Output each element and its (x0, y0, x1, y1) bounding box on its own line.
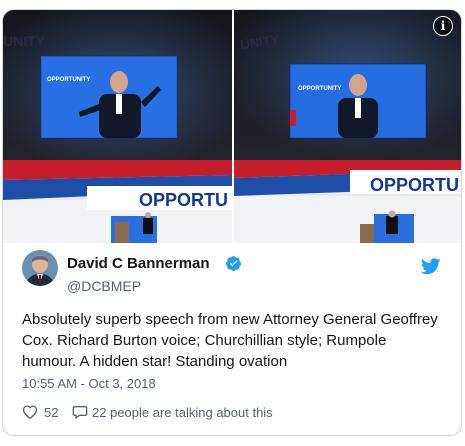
left-watermark: UNITY (3, 33, 46, 49)
left-screen-label: OPPORTUNITY (47, 77, 90, 83)
twitter-bird-icon[interactable] (421, 258, 441, 275)
speech-bubble-icon (72, 406, 88, 419)
photo-left[interactable]: UNITY OPPORTUNITY OPPORTU (3, 10, 232, 243)
like-count: 52 (44, 405, 59, 420)
heart-icon (22, 405, 38, 420)
verified-badge-icon (226, 256, 241, 271)
author-handle[interactable]: @DCBMEP (67, 278, 141, 294)
author-name[interactable]: David C Bannerman (67, 255, 210, 272)
conversation-text: 22 people are talking about this (92, 405, 273, 420)
avatar[interactable] (22, 250, 58, 286)
left-banner: OPPORTU (139, 190, 228, 210)
tweet-timestamp[interactable]: 10:55 AM - Oct 3, 2018 (22, 376, 156, 391)
right-banner: OPPORTU (370, 175, 459, 195)
photo-right[interactable]: UNITY OPPORTUNITY OPPORTU (234, 10, 461, 243)
tweet-text: Absolutely superb speech from new Attorn… (22, 311, 438, 370)
info-icon[interactable]: i (433, 16, 453, 36)
tweet-media[interactable]: UNITY OPPORTUNITY OPPORTU UNITY OPPORTUN… (3, 10, 461, 243)
embedded-tweet-card[interactable]: UNITY OPPORTUNITY OPPORTU UNITY OPPORTUN… (2, 9, 462, 436)
right-screen-label: OPPORTUNITY (298, 86, 341, 92)
